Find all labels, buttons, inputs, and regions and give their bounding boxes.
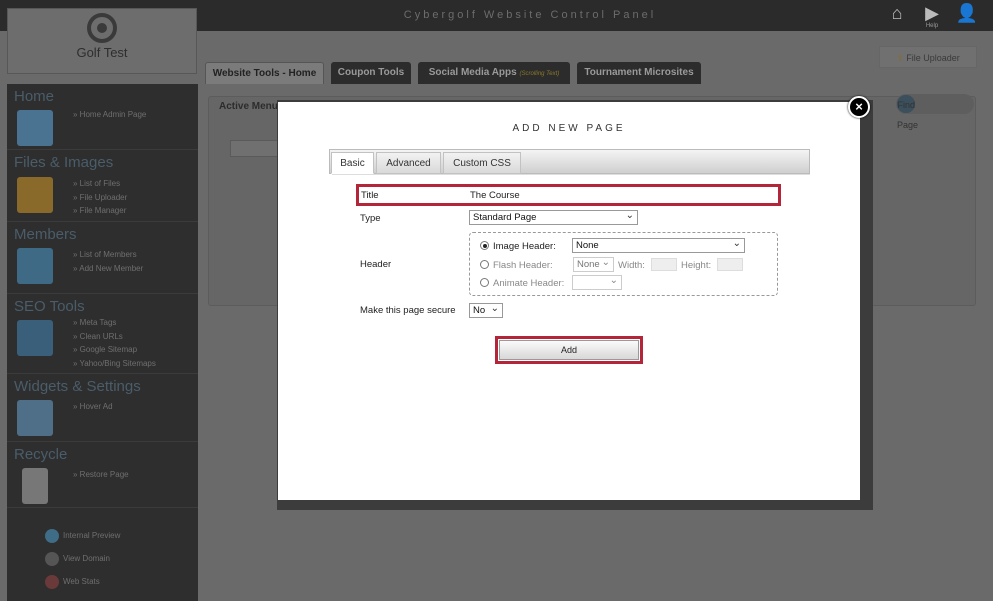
sidebar-heading[interactable]: Home	[14, 88, 54, 105]
animate-header-label: Animate Header:	[493, 278, 565, 289]
sidebar-heading[interactable]: Widgets & Settings	[14, 378, 141, 395]
width-input[interactable]	[651, 258, 677, 271]
control-panel: Cybergolf Website Control Panel ⌂ ▶ Help …	[0, 0, 993, 601]
sidebar-section-widgets: Widgets & Settings Hover Ad	[7, 374, 198, 442]
file-uploader-label: File Uploader	[906, 53, 960, 63]
help-label: Help	[925, 23, 939, 29]
type-label: Type	[360, 213, 381, 224]
sidebar-link[interactable]: File Uploader	[73, 191, 128, 205]
sidebar-heading[interactable]: Files & Images	[14, 154, 113, 171]
sidebar-links: Hover Ad	[73, 400, 113, 414]
sidebar-link[interactable]: Home Admin Page	[73, 108, 147, 122]
tab-advanced[interactable]: Advanced	[376, 152, 441, 174]
sidebar-link[interactable]: List of Members	[73, 248, 143, 262]
tab-custom-css[interactable]: Custom CSS	[443, 152, 521, 174]
sidebar-link[interactable]: File Manager	[73, 204, 127, 218]
sidebar-link[interactable]: Add New Member	[73, 262, 143, 276]
site-logo[interactable]: Golf Test	[7, 8, 197, 74]
modal-title: ADD NEW PAGE	[512, 123, 626, 134]
image-header-radio[interactable]	[480, 241, 489, 250]
image-header-label: Image Header:	[493, 241, 556, 252]
sidebar-link[interactable]: Clean URLs	[73, 330, 156, 344]
sidebar: Home Home Admin Page Files & Images List…	[7, 84, 198, 601]
tab-divider	[332, 174, 810, 175]
upload-icon: ⇧	[896, 53, 904, 63]
sidebar-links: Restore Page	[73, 468, 129, 482]
sidebar-link[interactable]: Yahoo/Bing Sitemaps	[73, 357, 156, 371]
animate-header-radio[interactable]	[480, 278, 489, 287]
file-uploader-button[interactable]: ⇧ File Uploader	[879, 46, 977, 68]
secure-select[interactable]: No	[469, 302, 503, 318]
header-label: Header	[360, 259, 392, 270]
preview-icon	[45, 529, 59, 543]
help-icon[interactable]: ▶ Help	[919, 3, 945, 29]
tab-label: Social Media Apps	[428, 67, 517, 78]
width-label: Width:	[618, 260, 645, 271]
user-icon[interactable]: 👤	[954, 3, 980, 29]
type-select[interactable]: Standard Page	[469, 209, 638, 225]
title-highlight	[356, 184, 781, 206]
sidebar-link[interactable]: Google Sitemap	[73, 343, 156, 357]
animate-header-select[interactable]	[572, 274, 622, 290]
add-button-behind[interactable]	[230, 140, 278, 157]
sidebar-heading[interactable]: Members	[14, 226, 77, 243]
sidebar-section-files: Files & Images List of Files File Upload…	[7, 150, 198, 222]
modal-tabs: Basic Advanced Custom CSS	[329, 149, 810, 174]
sidebar-link[interactable]: Hover Ad	[73, 400, 113, 414]
find-page-label: Find Page	[897, 95, 918, 130]
footer-link-label: Web Stats	[63, 577, 100, 587]
active-menu-heading: Active Menu	[219, 101, 278, 112]
globe-icon	[45, 552, 59, 566]
pencil-icon	[17, 400, 53, 436]
sidebar-link[interactable]: Meta Tags	[73, 316, 156, 330]
members-icon	[17, 248, 53, 284]
sidebar-links: List of Members Add New Member	[73, 248, 143, 275]
sidebar-links: List of Files File Uploader File Manager	[73, 177, 128, 218]
sidebar-heading[interactable]: SEO Tools	[14, 298, 85, 315]
scrolling-text-tag: (Scrolling Text)	[519, 71, 560, 77]
footer-link-label: View Domain	[63, 554, 110, 564]
home-icon[interactable]: ⌂	[884, 3, 910, 29]
sidebar-section-members: Members List of Members Add New Member	[7, 222, 198, 294]
tab-website-tools-home[interactable]: Website Tools - Home	[205, 62, 324, 84]
flash-header-select[interactable]: None	[573, 256, 614, 272]
stats-icon	[45, 575, 59, 589]
sidebar-links: Home Admin Page	[73, 108, 147, 122]
sidebar-links: Meta Tags Clean URLs Google Sitemap Yaho…	[73, 316, 156, 370]
recycle-bin-icon	[22, 468, 48, 504]
sidebar-link[interactable]: Restore Page	[73, 468, 129, 482]
sidebar-heading[interactable]: Recycle	[14, 446, 67, 463]
sidebar-section-recycle: Recycle Restore Page	[7, 442, 198, 508]
sidebar-link[interactable]: List of Files	[73, 177, 127, 191]
footer-link-label: Internal Preview	[63, 531, 121, 541]
close-icon[interactable]: ×	[848, 96, 870, 118]
flash-header-radio[interactable]	[480, 260, 489, 269]
sidebar-section-seo: SEO Tools Meta Tags Clean URLs Google Si…	[7, 294, 198, 374]
seo-icon	[17, 320, 53, 356]
view-domain-link[interactable]: View Domain	[45, 552, 110, 566]
folder-icon	[17, 177, 53, 213]
height-label: Height:	[681, 260, 712, 271]
sidebar-section-home: Home Home Admin Page	[7, 84, 198, 150]
image-header-select[interactable]: None	[572, 237, 745, 253]
web-stats-link[interactable]: Web Stats	[45, 575, 100, 589]
tab-social-media-apps[interactable]: Social Media Apps (Scrolling Text)	[418, 62, 570, 84]
site-name: Golf Test	[76, 45, 128, 60]
golf-logo-icon	[87, 13, 117, 43]
title-input[interactable]: The Course	[470, 190, 520, 201]
flash-header-label: Flash Header:	[493, 260, 553, 271]
internal-preview-link[interactable]: Internal Preview	[45, 529, 120, 543]
tab-basic[interactable]: Basic	[331, 152, 374, 174]
height-input[interactable]	[717, 258, 743, 271]
find-page-button[interactable]: Find Page	[896, 94, 974, 130]
tab-coupon-tools[interactable]: Coupon Tools	[331, 62, 411, 84]
app-title: Cybergolf Website Control Panel	[403, 9, 657, 21]
secure-label: Make this page secure	[360, 305, 456, 316]
add-button[interactable]: Add	[499, 340, 639, 360]
house-icon	[17, 110, 53, 146]
title-label: Title	[361, 190, 379, 201]
tab-tournament-microsites[interactable]: Tournament Microsites	[577, 62, 701, 84]
